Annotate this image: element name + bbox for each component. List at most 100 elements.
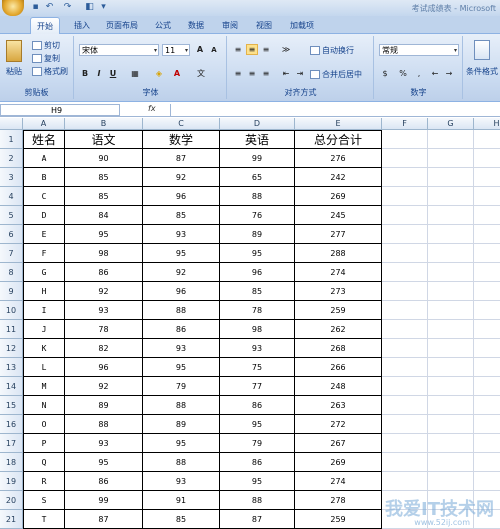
row-header[interactable]: 9: [0, 282, 23, 301]
grid-cell[interactable]: [428, 339, 474, 358]
number-format-combo[interactable]: 常规 ▾: [379, 44, 459, 56]
grid-cell[interactable]: [382, 320, 428, 339]
grow-font-button[interactable]: A: [194, 44, 206, 55]
print-preview-icon[interactable]: ◧: [84, 2, 95, 13]
score-cell[interactable]: 85: [65, 168, 143, 187]
score-cell[interactable]: 88: [65, 415, 143, 434]
increase-decimal-icon[interactable]: ←: [429, 68, 441, 79]
student-name-cell[interactable]: B: [23, 168, 65, 187]
score-cell[interactable]: 88: [220, 491, 295, 510]
undo-icon[interactable]: ↶: [44, 2, 55, 13]
grid-cell[interactable]: [428, 320, 474, 339]
grid-cell[interactable]: [428, 225, 474, 244]
shrink-font-button[interactable]: A: [208, 44, 220, 55]
table-header-cell[interactable]: 数学: [143, 130, 220, 149]
score-cell[interactable]: 92: [65, 282, 143, 301]
grid-cell[interactable]: [428, 130, 474, 149]
score-cell[interactable]: 93: [220, 339, 295, 358]
font-color-icon[interactable]: A: [171, 68, 183, 79]
font-size-combo[interactable]: 11 ▾: [162, 44, 190, 56]
decrease-indent-icon[interactable]: ⇤: [280, 68, 292, 79]
student-name-cell[interactable]: R: [23, 472, 65, 491]
grid-cell[interactable]: [428, 396, 474, 415]
student-name-cell[interactable]: O: [23, 415, 65, 434]
score-cell[interactable]: 87: [143, 149, 220, 168]
score-cell[interactable]: 95: [220, 415, 295, 434]
score-cell[interactable]: 288: [295, 244, 382, 263]
score-cell[interactable]: 88: [143, 396, 220, 415]
paste-icon[interactable]: [6, 40, 22, 62]
score-cell[interactable]: 248: [295, 377, 382, 396]
grid-cell[interactable]: [474, 434, 500, 453]
align-left-icon[interactable]: ≡: [232, 68, 244, 79]
score-cell[interactable]: 76: [220, 206, 295, 225]
score-cell[interactable]: 274: [295, 263, 382, 282]
phonetic-icon[interactable]: 文: [195, 68, 207, 79]
score-cell[interactable]: 95: [65, 225, 143, 244]
score-cell[interactable]: 262: [295, 320, 382, 339]
grid-cell[interactable]: [382, 263, 428, 282]
row-header[interactable]: 17: [0, 434, 23, 453]
tab-view[interactable]: 视图: [256, 20, 272, 31]
currency-icon[interactable]: $: [379, 68, 391, 79]
row-header[interactable]: 5: [0, 206, 23, 225]
score-cell[interactable]: 85: [143, 510, 220, 529]
score-cell[interactable]: 77: [220, 377, 295, 396]
grid-cell[interactable]: [382, 225, 428, 244]
column-header[interactable]: D: [220, 118, 295, 130]
score-cell[interactable]: 93: [143, 339, 220, 358]
score-cell[interactable]: 90: [65, 149, 143, 168]
grid-cell[interactable]: [382, 358, 428, 377]
score-cell[interactable]: 96: [65, 358, 143, 377]
row-header[interactable]: 6: [0, 225, 23, 244]
grid-cell[interactable]: [382, 301, 428, 320]
score-cell[interactable]: 92: [143, 263, 220, 282]
conditional-format-icon[interactable]: [474, 40, 490, 60]
row-header[interactable]: 19: [0, 472, 23, 491]
table-header-cell[interactable]: 语文: [65, 130, 143, 149]
score-cell[interactable]: 96: [220, 263, 295, 282]
underline-button[interactable]: U: [107, 68, 119, 79]
score-cell[interactable]: 84: [65, 206, 143, 225]
grid-cell[interactable]: [382, 244, 428, 263]
grid-cell[interactable]: [474, 396, 500, 415]
align-top-icon[interactable]: ≡: [232, 44, 244, 55]
score-cell[interactable]: 82: [65, 339, 143, 358]
student-name-cell[interactable]: A: [23, 149, 65, 168]
office-button[interactable]: [2, 0, 24, 16]
score-cell[interactable]: 88: [143, 301, 220, 320]
grid-cell[interactable]: [428, 377, 474, 396]
grid-cell[interactable]: [428, 453, 474, 472]
table-header-cell[interactable]: 姓名: [23, 130, 65, 149]
row-header[interactable]: 20: [0, 491, 23, 510]
grid-cell[interactable]: [474, 282, 500, 301]
grid-cell[interactable]: [382, 282, 428, 301]
student-name-cell[interactable]: L: [23, 358, 65, 377]
grid-cell[interactable]: [428, 244, 474, 263]
grid-cell[interactable]: [474, 415, 500, 434]
select-all-corner[interactable]: [0, 118, 23, 130]
grid-cell[interactable]: [428, 301, 474, 320]
decrease-decimal-icon[interactable]: →: [443, 68, 455, 79]
score-cell[interactable]: 65: [220, 168, 295, 187]
score-cell[interactable]: 92: [65, 377, 143, 396]
tab-home[interactable]: 开始: [30, 17, 60, 34]
grid-cell[interactable]: [382, 187, 428, 206]
score-cell[interactable]: 93: [143, 472, 220, 491]
score-cell[interactable]: 98: [65, 244, 143, 263]
score-cell[interactable]: 86: [143, 320, 220, 339]
student-name-cell[interactable]: K: [23, 339, 65, 358]
score-cell[interactable]: 91: [143, 491, 220, 510]
score-cell[interactable]: 269: [295, 453, 382, 472]
grid-cell[interactable]: [382, 339, 428, 358]
paste-button[interactable]: 粘贴: [6, 66, 22, 77]
table-header-cell[interactable]: 英语: [220, 130, 295, 149]
row-header[interactable]: 14: [0, 377, 23, 396]
column-header[interactable]: F: [382, 118, 428, 130]
grid-cell[interactable]: [474, 149, 500, 168]
score-cell[interactable]: 87: [65, 510, 143, 529]
function-icon[interactable]: fx: [148, 104, 168, 116]
score-cell[interactable]: 242: [295, 168, 382, 187]
worksheet-grid[interactable]: A B C D E F G H 1 姓名 语文 数学 英语 总分合计 2 A 90 87 99 276 3 B 85 92 65…: [0, 118, 500, 529]
score-cell[interactable]: 95: [143, 434, 220, 453]
